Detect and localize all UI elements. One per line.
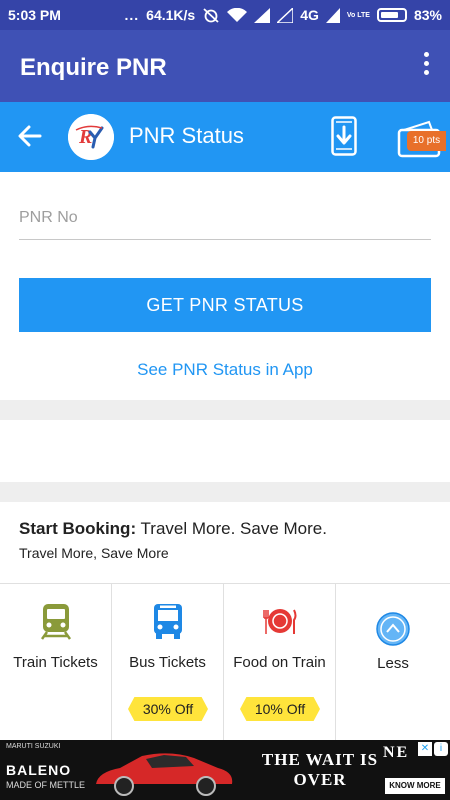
battery-percent: 83% xyxy=(413,7,442,23)
alarm-off-icon xyxy=(203,8,219,23)
bus-icon xyxy=(154,604,182,639)
notification-dots: ... xyxy=(124,7,140,23)
tile-label: Bus Tickets xyxy=(129,654,206,671)
tile-label: Less xyxy=(377,655,409,672)
battery-icon xyxy=(376,8,407,22)
booking-heading-bold: Start Booking: xyxy=(19,519,137,538)
points-badge[interactable]: 10 pts xyxy=(407,131,446,151)
app-bar: Enquire PNR xyxy=(0,30,450,102)
back-arrow-icon[interactable] xyxy=(14,120,46,152)
food-icon xyxy=(263,609,297,634)
ad-tagline: MADE OF METTLE xyxy=(6,780,86,790)
ad-brand: MARUTI SUZUKI xyxy=(6,743,61,750)
ad-model: BALENO xyxy=(6,762,72,778)
volte-label: Vo LTE xyxy=(346,11,370,19)
pnr-header-bar: R PNR Status xyxy=(0,102,450,172)
see-in-app-link[interactable]: See PNR Status in App xyxy=(0,360,450,380)
pnr-number-input[interactable] xyxy=(19,184,431,240)
know-more-button[interactable]: KNOW MORE xyxy=(385,778,445,794)
booking-subtext: Travel More, Save More xyxy=(19,545,169,561)
status-icons: ... 64.1K/s 4G Vo LTE 83% xyxy=(124,7,442,23)
railyatri-logo-icon: R xyxy=(68,114,114,160)
network-type: 4G xyxy=(300,7,319,23)
less-tile[interactable]: Less xyxy=(336,584,450,740)
adchoices-icon[interactable]: i xyxy=(434,742,448,756)
ad-headline: THE WAIT IS OVER xyxy=(261,750,379,789)
ad-banner[interactable]: MARUTI SUZUKI BALENO MADE OF METTLE THE … xyxy=(0,740,450,800)
chevron-up-icon xyxy=(376,612,410,646)
signal-2-icon xyxy=(277,7,294,23)
ad-close-icon[interactable]: ✕ xyxy=(418,742,432,756)
tile-label: Food on Train xyxy=(233,654,326,671)
signal-icon xyxy=(254,7,271,23)
offer-badge: 30% Off xyxy=(128,697,208,721)
empty-content-band xyxy=(0,420,450,482)
download-app-icon[interactable] xyxy=(331,116,357,156)
train-icon xyxy=(40,604,72,640)
car-image xyxy=(96,753,233,796)
overflow-menu-icon[interactable] xyxy=(422,52,430,80)
get-pnr-status-button[interactable]: GET PNR STATUS xyxy=(19,278,431,332)
network-speed: 64.1K/s xyxy=(146,7,196,23)
offer-badge: 10% Off xyxy=(240,697,320,721)
booking-heading-text: Travel More. Save More. xyxy=(140,519,327,538)
signal-3-icon xyxy=(325,7,340,23)
tile-label: Train Tickets xyxy=(13,654,98,671)
page-title: PNR Status xyxy=(129,123,244,148)
train-tickets-tile[interactable]: Train Tickets xyxy=(0,584,112,740)
app-title: Enquire PNR xyxy=(20,54,167,81)
food-on-train-tile[interactable]: Food on Train 10% Off xyxy=(224,584,336,740)
wifi-icon xyxy=(227,7,248,22)
booking-heading: Start Booking: Travel More. Save More. xyxy=(19,519,327,539)
bus-tickets-tile[interactable]: Bus Tickets 30% Off xyxy=(112,584,224,740)
ad-ne-text: NE xyxy=(383,744,410,761)
status-time: 5:03 PM xyxy=(8,7,61,23)
status-bar: 5:03 PM ... 64.1K/s 4G Vo LTE 83% xyxy=(0,0,450,30)
svg-text:R: R xyxy=(78,126,92,148)
